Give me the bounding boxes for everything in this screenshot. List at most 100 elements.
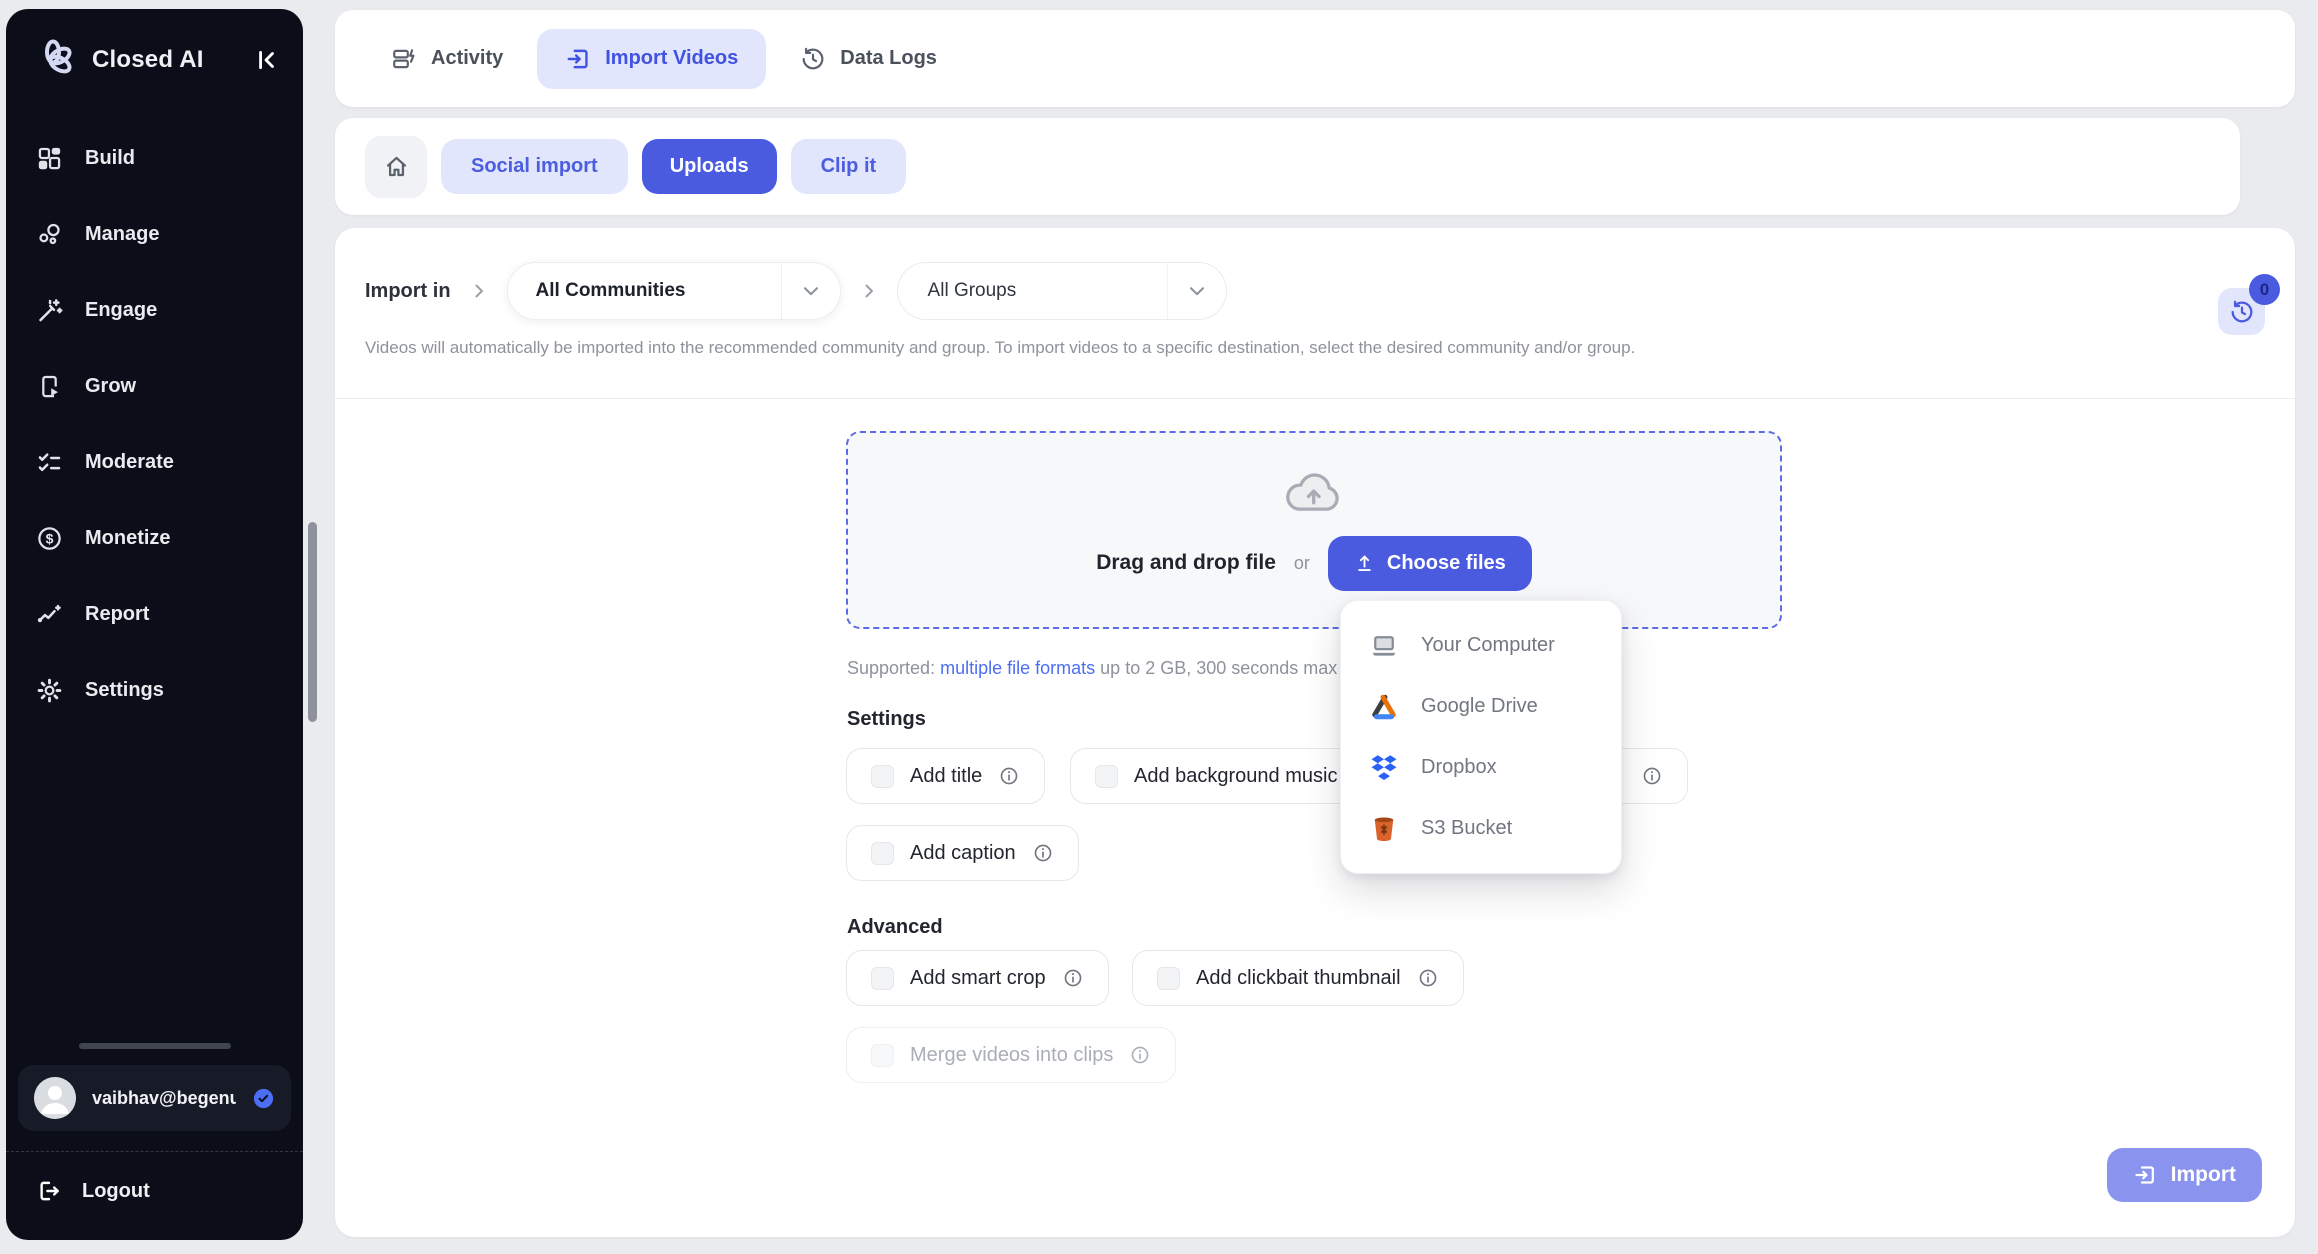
collapse-left-icon[interactable]	[253, 47, 279, 73]
user-email: vaibhav@begenu...	[92, 1088, 236, 1109]
add-background-music-checkbox[interactable]	[1095, 765, 1118, 788]
subtab-uploads[interactable]: Uploads	[642, 139, 777, 194]
brand-name: Closed AI	[92, 46, 204, 74]
manage-icon	[36, 221, 63, 248]
group-select[interactable]: All Groups	[897, 262, 1227, 320]
option-label: Add smart crop	[910, 967, 1046, 990]
chevron-down-icon	[1168, 280, 1226, 302]
import-description: Videos will automatically be imported in…	[365, 338, 1635, 358]
info-icon[interactable]	[1062, 967, 1084, 989]
sidebar-nav: Build Manage	[6, 137, 303, 712]
import-icon	[2133, 1163, 2157, 1187]
main-panel: Import in All Communities All Groups	[335, 228, 2295, 1237]
logout-label: Logout	[82, 1180, 150, 1203]
chevron-right-icon	[859, 281, 879, 301]
dropbox-icon	[1369, 753, 1399, 783]
add-caption-checkbox[interactable]	[871, 842, 894, 865]
menu-item-google-drive[interactable]: Google Drive	[1341, 676, 1621, 737]
file-formats-link[interactable]: multiple file formats	[940, 658, 1095, 678]
sidebar-item-label: Manage	[85, 223, 159, 246]
file-dropzone[interactable]: Drag and drop file or Choose files	[846, 431, 1782, 629]
sidebar-item-report[interactable]: Report	[28, 593, 281, 636]
activity-icon	[391, 46, 417, 72]
computer-icon	[1369, 631, 1399, 661]
option-add-title[interactable]: Add title	[846, 748, 1045, 804]
import-button-label: Import	[2171, 1163, 2236, 1187]
settings-icon	[36, 677, 63, 704]
sidebar-item-grow[interactable]: Grow	[28, 365, 281, 408]
sidebar-item-build[interactable]: Build	[28, 137, 281, 180]
add-title-checkbox[interactable]	[871, 765, 894, 788]
grow-icon	[36, 373, 63, 400]
advanced-section-title: Advanced	[847, 916, 943, 939]
info-icon[interactable]	[1129, 1044, 1151, 1066]
option-merge-videos-into-clips: Merge videos into clips	[846, 1027, 1176, 1083]
sidebar-item-engage[interactable]: Engage	[28, 289, 281, 332]
option-label: Merge videos into clips	[910, 1044, 1113, 1067]
sidebar-item-monetize[interactable]: $ Monetize	[28, 517, 281, 560]
sidebar-item-label: Settings	[85, 679, 164, 702]
monetize-icon: $	[36, 525, 63, 552]
import-destination-row: Import in All Communities All Groups	[365, 262, 1227, 320]
menu-item-your-computer[interactable]: Your Computer	[1341, 615, 1621, 676]
subtab-social-import[interactable]: Social import	[441, 139, 628, 194]
sidebar-item-manage[interactable]: Manage	[28, 213, 281, 256]
merge-videos-checkbox	[871, 1044, 894, 1067]
drag-drop-text: Drag and drop file	[1096, 551, 1276, 575]
option-label: Add background music	[1134, 765, 1337, 788]
add-clickbait-thumbnail-checkbox[interactable]	[1157, 967, 1180, 990]
info-icon[interactable]	[1032, 842, 1054, 864]
option-add-caption[interactable]: Add caption	[846, 825, 1079, 881]
logout-button[interactable]: Logout	[6, 1152, 303, 1240]
option-add-smart-crop[interactable]: Add smart crop	[846, 950, 1109, 1006]
avatar	[34, 1077, 76, 1119]
app-window: Closed AI Build	[0, 0, 2318, 1254]
menu-item-dropbox[interactable]: Dropbox	[1341, 737, 1621, 798]
tab-activity[interactable]: Activity	[391, 46, 503, 72]
info-icon[interactable]	[1417, 967, 1439, 989]
option-add-clickbait-thumbnail[interactable]: Add clickbait thumbnail	[1132, 950, 1464, 1006]
page-scrollbar-thumb[interactable]	[308, 522, 317, 722]
community-select-value: All Communities	[508, 280, 686, 302]
info-icon[interactable]	[998, 765, 1020, 787]
sidebar-item-label: Grow	[85, 375, 136, 398]
dropzone-action-row: Drag and drop file or Choose files	[1096, 536, 1532, 591]
home-button[interactable]	[365, 136, 427, 198]
add-smart-crop-checkbox[interactable]	[871, 967, 894, 990]
section-divider	[335, 398, 2295, 399]
tab-import-videos[interactable]: Import Videos	[537, 29, 766, 89]
menu-item-label: S3 Bucket	[1421, 817, 1512, 840]
tab-data-logs[interactable]: Data Logs	[800, 46, 937, 72]
logout-icon	[36, 1178, 62, 1204]
option-label: Add title	[910, 765, 982, 788]
menu-item-label: Dropbox	[1421, 756, 1497, 779]
sidebar-item-label: Build	[85, 147, 135, 170]
top-tab-bar: Activity Import Videos Data Logs	[335, 10, 2295, 107]
or-text: or	[1294, 553, 1310, 574]
sidebar-item-label: Report	[85, 603, 149, 626]
import-videos-icon	[565, 46, 591, 72]
chevron-right-icon	[469, 281, 489, 301]
sidebar-item-moderate[interactable]: Moderate	[28, 441, 281, 484]
user-card[interactable]: vaibhav@begenu...	[18, 1065, 291, 1131]
import-history-button[interactable]: 0	[2218, 288, 2265, 335]
option-label: Add caption	[910, 842, 1016, 865]
tab-label: Activity	[431, 47, 503, 70]
sidebar-drag-handle[interactable]	[79, 1043, 231, 1049]
sub-tab-bar: Social import Uploads Clip it	[335, 118, 2240, 215]
tab-label: Data Logs	[840, 47, 937, 70]
verified-badge-icon	[252, 1087, 275, 1110]
upload-icon	[1354, 553, 1375, 574]
sidebar-item-settings[interactable]: Settings	[28, 669, 281, 712]
menu-item-label: Google Drive	[1421, 695, 1538, 718]
info-icon[interactable]	[1641, 765, 1663, 787]
subtab-clip-it[interactable]: Clip it	[791, 139, 907, 194]
tab-label: Import Videos	[605, 47, 738, 70]
choose-files-label: Choose files	[1387, 552, 1506, 575]
import-button[interactable]: Import	[2107, 1148, 2262, 1202]
s3-bucket-icon	[1369, 814, 1399, 844]
choose-files-button[interactable]: Choose files	[1328, 536, 1532, 591]
community-select[interactable]: All Communities	[507, 262, 841, 320]
history-icon	[2229, 299, 2255, 325]
menu-item-s3-bucket[interactable]: S3 Bucket	[1341, 798, 1621, 859]
